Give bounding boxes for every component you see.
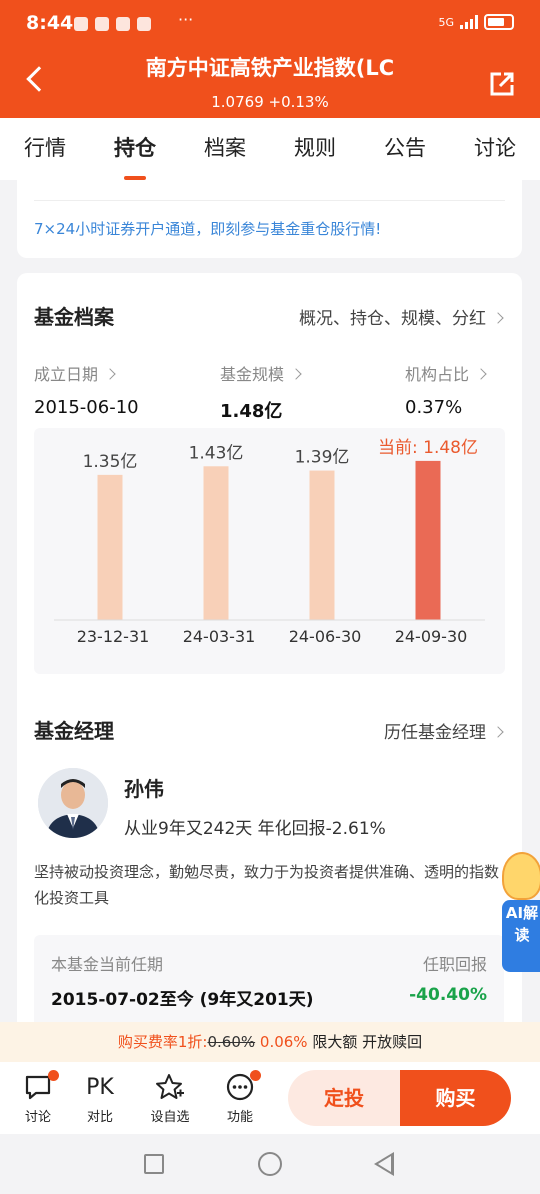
manager-description: 坚持被动投资理念，勤勉尽责，致力于为投资者提供准确、透明的指数化投资工具 bbox=[34, 863, 500, 907]
tab-bar: 行情 持仓 档案 规则 公告 讨论 bbox=[0, 118, 540, 180]
divider bbox=[34, 200, 505, 201]
header: 8:44 ··· 5G 南方中证高铁产业指数(LC 1.0769 +0.13% bbox=[0, 0, 540, 118]
ai-interpret-label: AI解读 bbox=[502, 900, 540, 972]
stat-value: 2015-06-10 bbox=[34, 397, 139, 418]
data-label: 1.43亿 bbox=[189, 443, 244, 463]
section-title-manager: 基金经理 bbox=[34, 719, 114, 743]
weibo-icon bbox=[137, 17, 151, 31]
recent-apps-icon[interactable] bbox=[144, 1154, 164, 1174]
chevron-right-icon bbox=[492, 312, 504, 324]
notification-dot bbox=[250, 1070, 261, 1081]
notification-icon bbox=[74, 17, 88, 31]
x-tick-label: 24-03-31 bbox=[183, 627, 256, 646]
action-label: 功能 bbox=[226, 1110, 253, 1125]
battery-icon bbox=[484, 14, 514, 30]
x-tick-label: 23-12-31 bbox=[77, 627, 150, 646]
bar bbox=[309, 470, 335, 620]
profile-link-label: 概况、持仓、规模、分红 bbox=[299, 309, 486, 329]
section-title-profile: 基金档案 bbox=[34, 305, 114, 329]
stat-label: 基金规模 bbox=[220, 361, 302, 385]
network-label: 5G bbox=[438, 15, 454, 29]
stat-fund-size[interactable]: 基金规模 1.48亿 bbox=[220, 361, 302, 423]
profile-detail-link[interactable]: 概况、持仓、规模、分红 bbox=[299, 304, 504, 329]
add-watchlist-button[interactable]: 设自选 bbox=[145, 1072, 195, 1125]
fee-suffix: 限大额 开放赎回 bbox=[312, 1033, 423, 1051]
data-label: 当前: 1.48亿 bbox=[378, 438, 478, 458]
more-notifications: ··· bbox=[178, 10, 194, 29]
system-nav-bar bbox=[0, 1134, 540, 1194]
tenure-label: 本基金当前任期 bbox=[51, 955, 164, 974]
system-status: 5G bbox=[438, 14, 514, 30]
fund-size-chart: 1.35亿 23-12-31 1.43亿 24-03-31 1.39亿 24-06-30 当… bbox=[34, 428, 505, 674]
functions-button[interactable]: 功能 bbox=[215, 1070, 265, 1125]
fund-size-chart-svg: 1.35亿 23-12-31 1.43亿 24-03-31 1.39亿 24-06-30 当… bbox=[54, 438, 485, 646]
app-icon bbox=[95, 17, 109, 31]
tab-quotes[interactable]: 行情 bbox=[24, 132, 66, 166]
manager-name[interactable]: 孙伟 bbox=[124, 773, 164, 802]
fee-new-rate: 0.06% bbox=[259, 1033, 308, 1051]
chat-icon bbox=[13, 1070, 63, 1102]
auto-invest-button[interactable]: 定投 bbox=[288, 1070, 400, 1126]
promo-link[interactable]: 7×24小时证券开户通道，即刻参与基金重仓股行情! bbox=[34, 218, 381, 239]
chevron-right-icon bbox=[290, 368, 302, 380]
x-tick-label: 24-06-30 bbox=[289, 627, 362, 646]
status-bar: 8:44 ··· 5G bbox=[0, 0, 540, 48]
fund-title: 南方中证高铁产业指数(LC bbox=[145, 56, 395, 80]
stat-value: 1.48亿 bbox=[220, 401, 283, 422]
manager-history-link[interactable]: 历任基金经理 bbox=[384, 718, 504, 743]
stat-inception-date[interactable]: 成立日期 2015-06-10 bbox=[34, 361, 139, 418]
fee-bar: 购买费率1折:0.60% 0.06% 限大额 开放赎回 bbox=[0, 1022, 540, 1062]
bar bbox=[203, 466, 229, 620]
app-icon bbox=[116, 17, 130, 31]
chevron-right-icon bbox=[492, 726, 504, 738]
manager-avatar[interactable] bbox=[38, 768, 108, 838]
tab-discussion[interactable]: 讨论 bbox=[474, 132, 516, 166]
tab-profile[interactable]: 档案 bbox=[204, 132, 246, 166]
mascot-icon bbox=[502, 852, 540, 900]
stat-label: 机构占比 bbox=[405, 361, 487, 385]
tenure-box: 本基金当前任期 任职回报 2015-07-02至今 (9年又201天) -40.… bbox=[34, 935, 504, 1033]
chevron-right-icon bbox=[475, 368, 487, 380]
star-plus-icon bbox=[145, 1072, 195, 1102]
fund-nav-value: 1.0769 +0.13% bbox=[211, 93, 329, 111]
tenure-return-value: -40.40% bbox=[409, 985, 487, 1005]
bar-current bbox=[415, 460, 441, 620]
action-label: 对比 bbox=[86, 1110, 113, 1125]
tenure-value: 2015-07-02至今 (9年又201天) bbox=[51, 990, 314, 1010]
discussion-button[interactable]: 讨论 bbox=[13, 1070, 63, 1125]
fee-prefix: 购买费率1折: bbox=[117, 1033, 208, 1051]
action-label: 讨论 bbox=[24, 1110, 51, 1125]
fund-profile-card: 基金档案 概况、持仓、规模、分红 成立日期 2015-06-10 基金规模 1.… bbox=[17, 273, 522, 1033]
chevron-right-icon bbox=[104, 368, 116, 380]
x-tick-label: 24-09-30 bbox=[395, 627, 468, 646]
more-icon bbox=[215, 1070, 265, 1102]
manager-link-label: 历任基金经理 bbox=[384, 723, 486, 743]
ai-interpret-button[interactable]: AI解读 bbox=[502, 852, 540, 972]
data-label: 1.35亿 bbox=[83, 452, 138, 472]
stat-institution-ratio[interactable]: 机构占比 0.37% bbox=[405, 361, 487, 418]
promo-card: 7×24小时证券开户通道，即刻参与基金重仓股行情! bbox=[17, 180, 522, 258]
buy-button[interactable]: 购买 bbox=[400, 1070, 511, 1126]
manager-meta: 从业9年又242天 年化回报-2.61% bbox=[124, 819, 386, 839]
action-label: 设自选 bbox=[150, 1110, 190, 1125]
fee-old-rate: 0.60% bbox=[207, 1033, 256, 1051]
tenure-return-label: 任职回报 bbox=[422, 955, 487, 974]
tab-announcements[interactable]: 公告 bbox=[384, 132, 426, 166]
stat-value: 0.37% bbox=[405, 397, 463, 418]
notification-dot bbox=[48, 1070, 59, 1081]
bottom-action-bar: 讨论 PK 对比 设自选 功能 定投 购买 bbox=[0, 1062, 540, 1134]
compare-button[interactable]: PK 对比 bbox=[75, 1072, 125, 1126]
data-label: 1.39亿 bbox=[295, 448, 350, 468]
status-time: 8:44 bbox=[26, 12, 74, 34]
tab-rules[interactable]: 规则 bbox=[294, 132, 336, 166]
notification-icons bbox=[74, 17, 151, 31]
bar bbox=[97, 474, 123, 620]
tab-holdings[interactable]: 持仓 bbox=[114, 132, 156, 166]
stat-label: 成立日期 bbox=[34, 361, 139, 385]
back-nav-icon-inner bbox=[378, 1156, 391, 1172]
home-icon[interactable] bbox=[258, 1152, 282, 1176]
pk-icon: PK bbox=[86, 1074, 114, 1100]
signal-icon bbox=[460, 15, 478, 29]
